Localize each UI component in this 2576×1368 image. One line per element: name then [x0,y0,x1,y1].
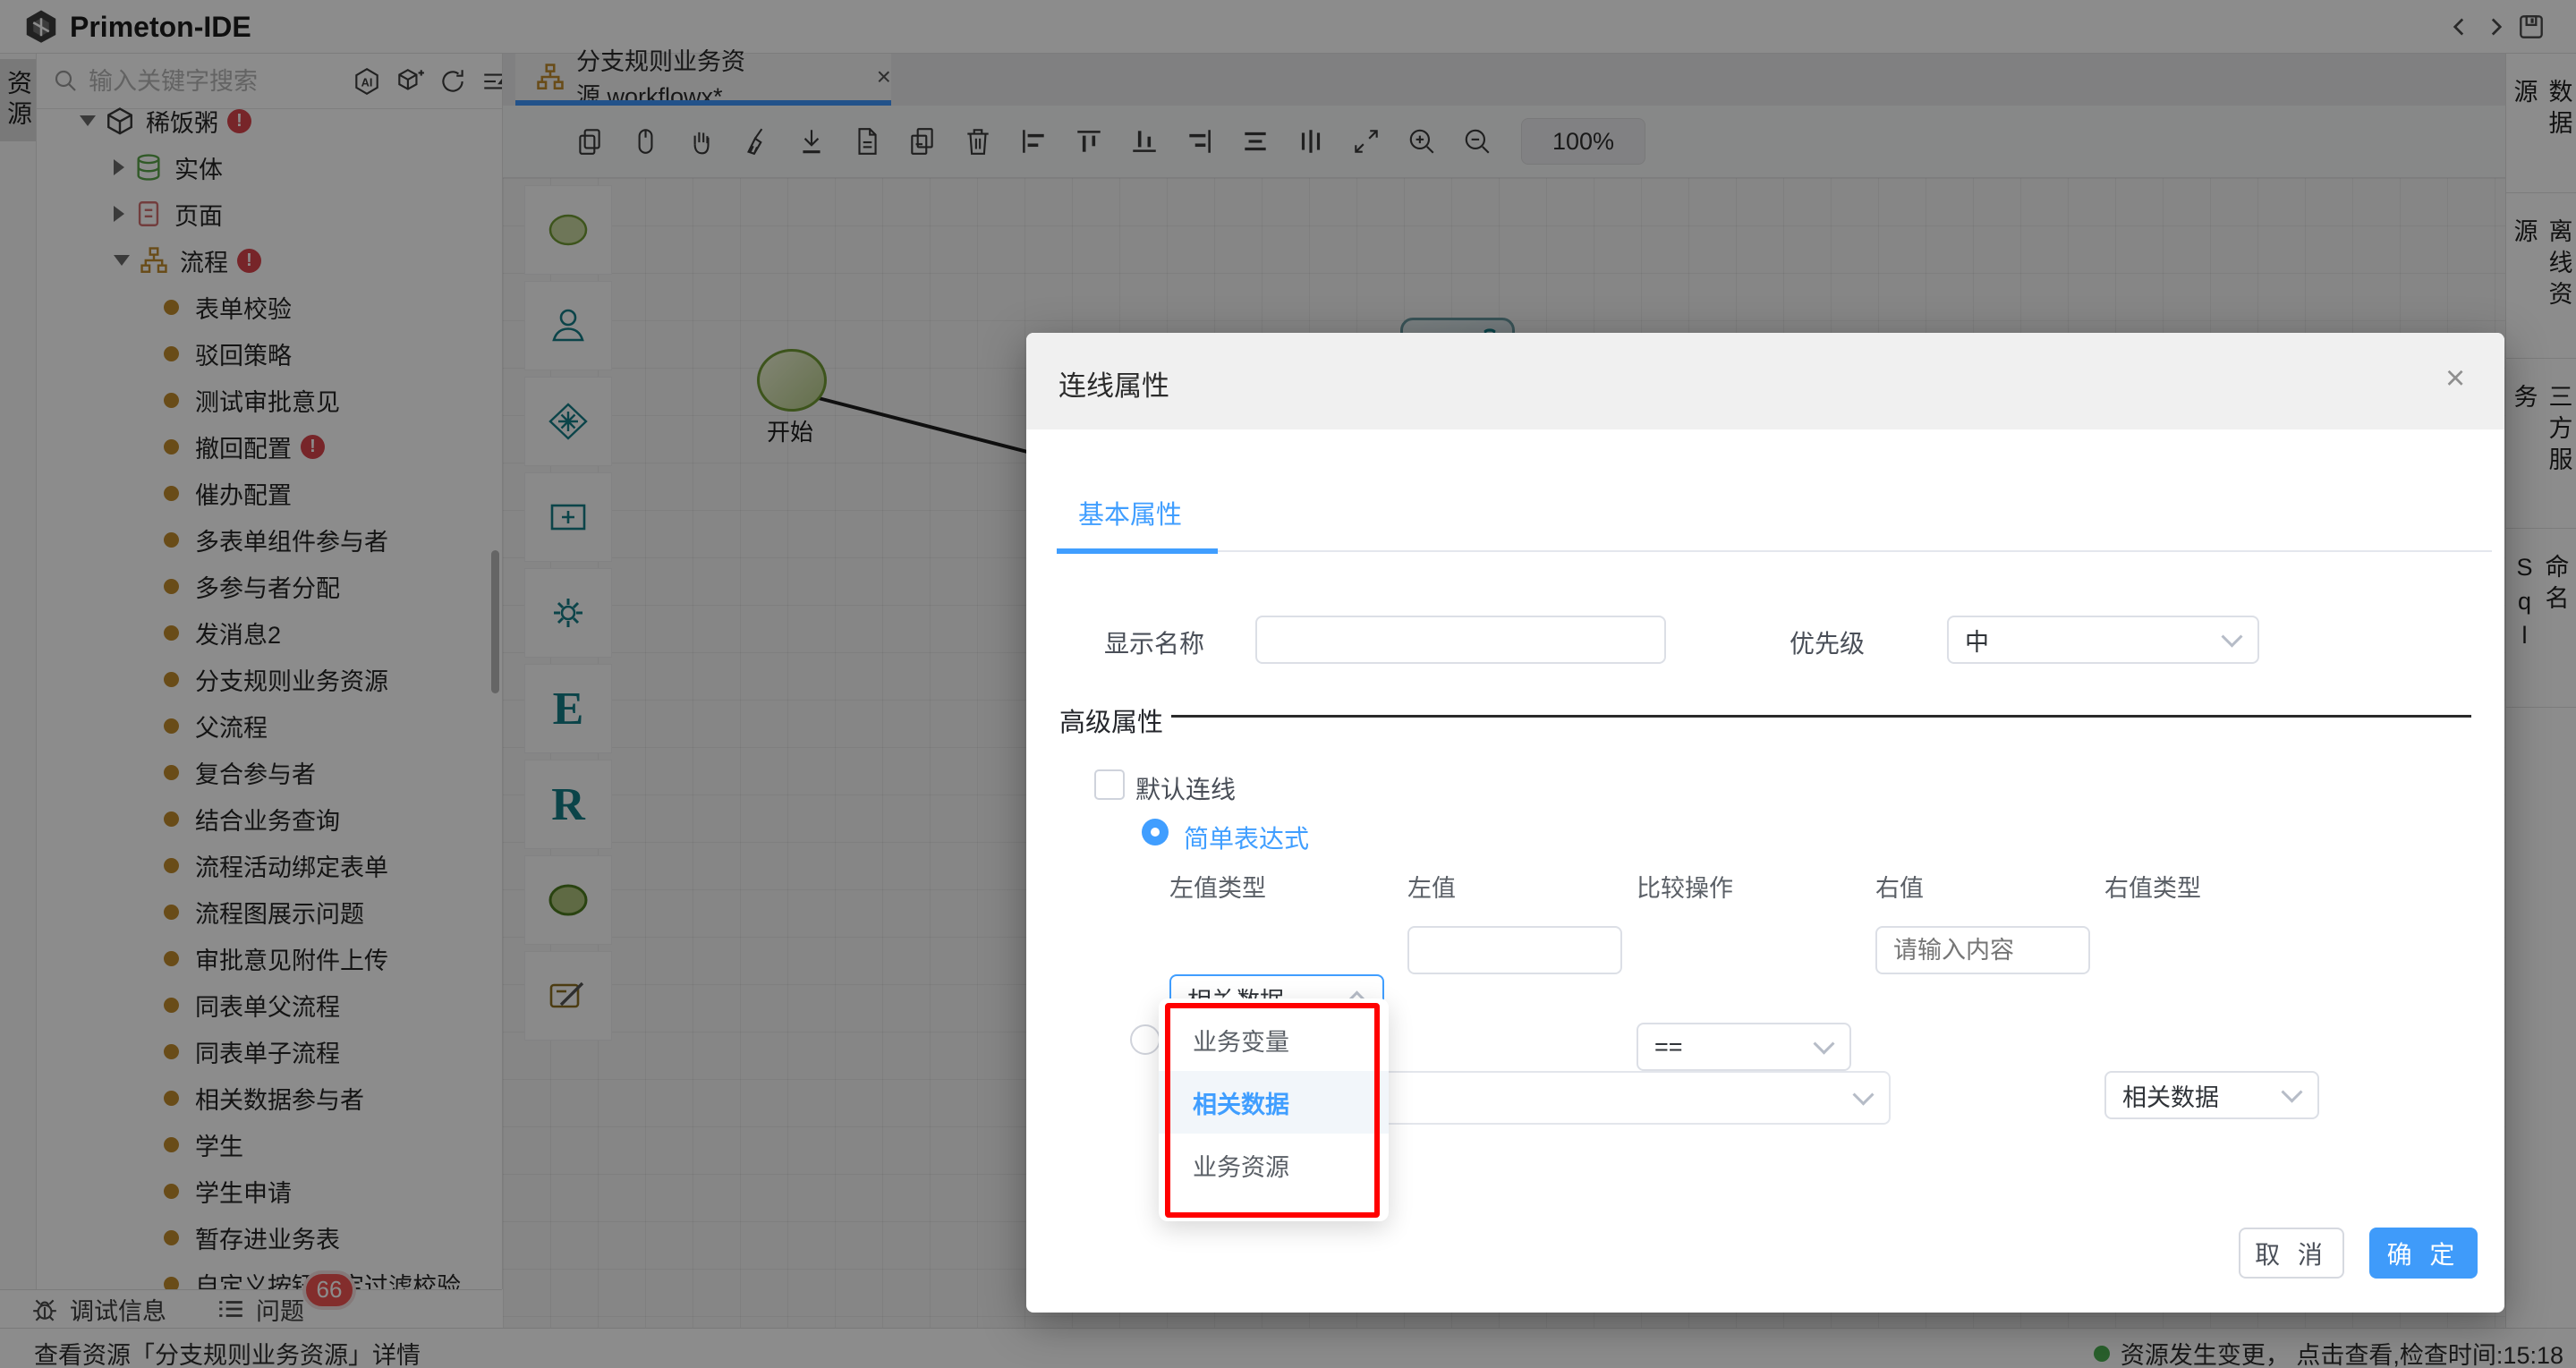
right-value-input[interactable] [1875,926,2090,974]
priority-select[interactable]: 中 [1947,616,2259,664]
compare-op-select[interactable]: == [1637,1023,1851,1071]
display-name-input[interactable] [1255,616,1666,664]
simple-expression-radio[interactable] [1142,819,1169,845]
display-name-label: 显示名称 [1104,630,1205,658]
priority-value: 中 [1965,628,1989,656]
default-line-checkbox[interactable] [1094,769,1125,800]
right-value-type-label: 右值类型 [2104,875,2201,902]
tab-basic-properties[interactable]: 基本属性 [1078,494,1182,531]
left-value-label: 左值 [1407,875,1456,902]
tab-divider [1057,550,2492,552]
second-expression-radio[interactable] [1130,1024,1160,1055]
advanced-section-divider [1171,715,2471,718]
dialog-title: 连线属性 [1058,370,1169,402]
chevron-down-icon [2281,1081,2303,1103]
cancel-button[interactable]: 取 消 [2239,1228,2344,1279]
dropdown-option[interactable]: 业务变量 [1159,1008,1389,1071]
chevron-down-icon [2221,625,2243,648]
compare-op-label: 比较操作 [1637,875,1733,902]
advanced-section-label: 高级属性 [1059,709,1164,737]
dropdown-option[interactable]: 业务资源 [1159,1134,1389,1196]
ok-button[interactable]: 确 定 [2369,1228,2478,1279]
left-value-type-label: 左值类型 [1169,875,1266,902]
chevron-down-icon [1852,1083,1875,1106]
simple-expression-label: 简单表达式 [1184,825,1310,853]
right-value-type-select[interactable]: 相关数据 [2104,1071,2319,1119]
dialog-header: 连线属性 × [1026,333,2504,429]
tab-active-indicator [1057,548,1218,554]
app-window: Primeton-IDE 资源 AIEn文 稀饭粥!实体页面流程!表单校验驳回策… [0,0,2576,1368]
dropdown-option[interactable]: 相关数据 [1159,1071,1389,1134]
edge-properties-dialog: 连线属性 × 基本属性 显示名称 优先级 中 高级属性 默认连线 简单表达式 左… [1026,333,2504,1313]
chevron-down-icon [1813,1032,1835,1055]
priority-label: 优先级 [1790,630,1866,658]
right-value-label: 右值 [1875,875,1924,902]
right-value-type-value: 相关数据 [2122,1083,2219,1111]
dialog-close-icon[interactable]: × [2445,361,2465,395]
left-value-input[interactable] [1407,926,1622,974]
default-line-label: 默认连线 [1135,776,1237,803]
compare-op-value: == [1654,1032,1683,1060]
left-value-type-dropdown: 业务变量 相关数据 业务资源 [1159,988,1389,1221]
